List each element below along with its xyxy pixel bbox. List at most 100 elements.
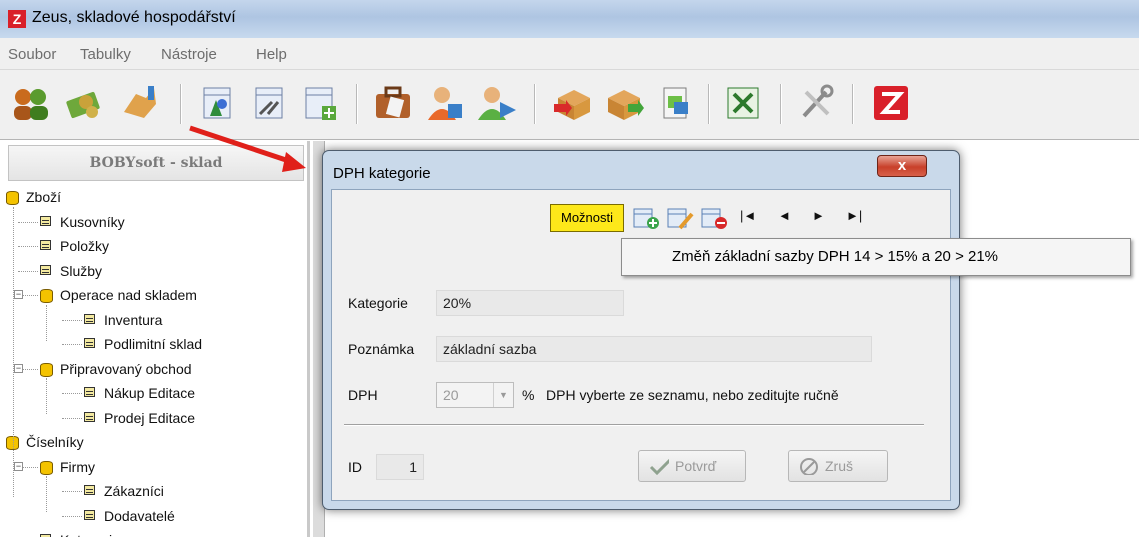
tree-item[interactable]: Prodej Editace [104,410,195,426]
toolbar [0,70,1139,140]
dialog-title: DPH kategorie [333,165,431,182]
cancel-icon [800,458,818,475]
users-icon[interactable] [10,82,52,124]
tree-connector [62,417,82,419]
tree-connector [62,344,82,345]
toolbar-separator [356,84,358,124]
tree-connector [46,476,47,512]
tree-collapse-toggle[interactable]: − [14,363,23,373]
tree-item[interactable]: Kusovníky [60,214,125,230]
zeus-app-icon: Z [8,10,26,28]
database-icon [40,362,53,377]
next-record-icon[interactable]: ► [812,208,825,223]
tree-item[interactable]: Zboží [26,189,61,205]
tree-connector [62,515,82,517]
tree-item[interactable]: Inventura [104,312,162,328]
tree-connector [46,305,47,341]
zeus-logo-icon[interactable] [870,82,912,124]
navigation-tree-panel: BOBYsoft - sklad Zboží Kusovníky Položky Sl… [0,141,310,537]
excel-icon[interactable] [722,82,764,124]
database-icon [40,289,53,303]
toolbar-separator [534,84,536,124]
last-record-icon[interactable]: ►| [846,208,862,223]
tree-connector [13,207,14,497]
id-label: ID [348,459,362,475]
change-vat-rates-menu-item[interactable]: Změň základní sazby DPH 14 > 15% a 20 > … [672,248,998,265]
tree-item[interactable]: Služby [60,263,102,279]
tree-connector [18,246,38,247]
window-title: Zeus, skladové hospodářství [32,9,236,26]
table-icon [84,313,95,324]
check-icon [649,458,669,475]
menu-nastroje[interactable]: Nástroje [161,46,217,63]
tree-item[interactable]: Podlimitní sklad [104,336,202,352]
dph-select-value: 20 [443,387,459,403]
money-icon[interactable] [64,82,106,124]
previous-record-icon[interactable]: ◄ [778,208,791,223]
kategorie-field[interactable]: 20% [436,290,624,316]
toolbar-separator [180,84,182,124]
poznamka-label: Poznámka [348,341,415,357]
table-icon [40,215,51,226]
panel-header: BOBYsoft - sklad [8,145,304,181]
divider [344,424,924,426]
options-button[interactable]: Možnosti [550,204,624,232]
table-add-icon[interactable] [300,82,342,124]
tree-collapse-toggle[interactable]: − [14,290,23,299]
tools-icon[interactable] [796,82,838,124]
toolbar-separator [780,84,782,124]
confirm-button[interactable]: Potvrď [638,450,746,482]
tree-item[interactable]: Nákup Editace [104,385,195,401]
dph-kategorie-dialog: DPH kategorie x Možnosti |◄ ◄ ► ►| Kateg… [322,150,960,510]
tree-collapse-toggle[interactable]: − [14,461,23,471]
table-icon [84,509,95,520]
tree-item[interactable]: Připravovaný obchod [60,361,192,377]
tree-item[interactable]: Zákazníci [104,483,164,499]
dph-select[interactable]: 20 ▼ [436,382,514,408]
record-delete-icon[interactable] [700,206,728,230]
tree-item[interactable]: Firmy [60,459,95,475]
chevron-down-icon[interactable]: ▼ [493,383,513,407]
document-icon[interactable] [654,82,696,124]
menu-bar: Soubor Tabulky Nástroje Help [0,38,1139,70]
window-title-bar[interactable]: Z Zeus, skladové hospodářství [0,0,1139,38]
record-add-icon[interactable] [632,206,660,230]
close-button[interactable]: x [877,155,927,177]
tree-item[interactable]: Dodavatelé [104,508,175,524]
toolbar-separator [708,84,710,124]
tree-item[interactable]: Číselníky [26,434,84,450]
cancel-button[interactable]: Zruš [788,450,888,482]
kategorie-label: Kategorie [348,295,408,311]
table-tools-icon[interactable] [248,82,290,124]
tree-item[interactable]: Položky [60,238,109,254]
options-popup-menu: Změň základní sazby DPH 14 > 15% a 20 > … [621,238,1131,276]
handshake-icon[interactable] [118,82,160,124]
dialog-body: Možnosti |◄ ◄ ► ►| Kategorie 20% Poznámk… [331,189,951,501]
first-record-icon[interactable]: |◄ [740,208,756,223]
tree-item[interactable]: Kategorie [60,532,120,537]
toolbar-separator [852,84,854,124]
dph-label: DPH [348,387,378,403]
id-field: 1 [376,454,424,480]
table-icon [40,264,51,275]
box-in-icon[interactable] [552,82,594,124]
box-out-icon[interactable] [604,82,646,124]
table-icon [84,338,95,348]
table-chart-icon[interactable] [196,82,238,124]
cancel-button-label: Zruš [825,458,853,474]
contact-send-icon[interactable] [476,82,518,124]
menu-soubor[interactable]: Soubor [8,46,56,63]
briefcase-icon[interactable] [372,82,414,124]
database-icon [40,460,53,475]
menu-tabulky[interactable]: Tabulky [80,46,131,63]
table-icon [84,485,95,495]
poznamka-field[interactable]: základní sazba [436,336,872,362]
dph-hint: DPH vyberte ze seznamu, nebo zeditujte r… [546,387,839,403]
menu-help[interactable]: Help [256,46,287,63]
tree-connector [18,270,38,272]
dph-unit: % [522,387,535,403]
tree-item[interactable]: Operace nad skladem [60,287,197,303]
database-icon [6,191,19,205]
record-edit-icon[interactable] [666,206,694,230]
contact-icon[interactable] [424,82,466,124]
